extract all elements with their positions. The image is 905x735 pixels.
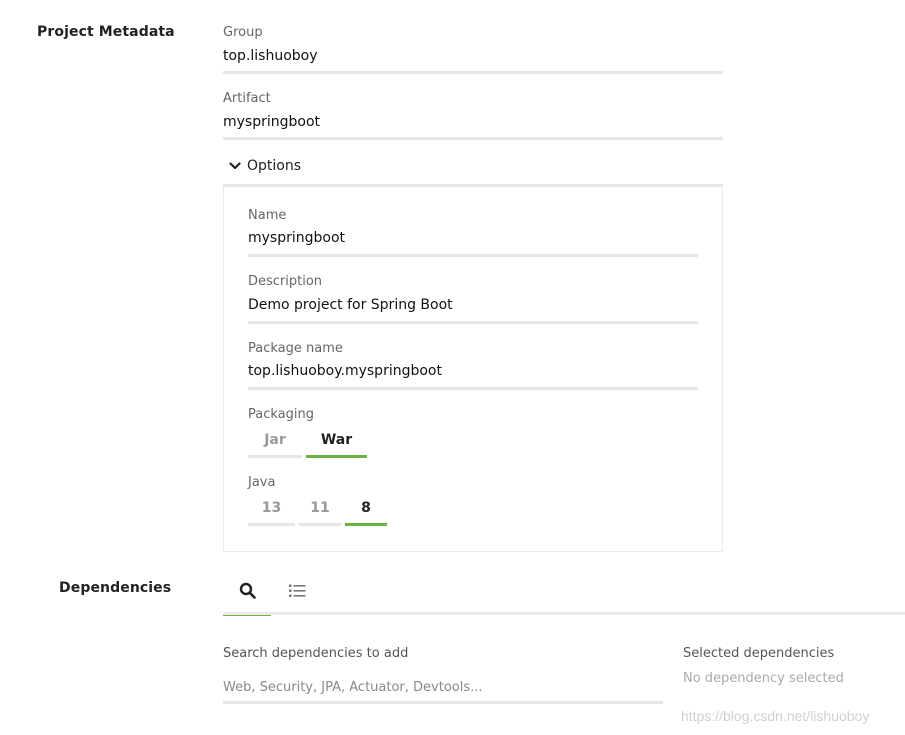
group-value[interactable]: top.lishuoboy — [223, 47, 723, 65]
java-label: Java — [248, 475, 276, 490]
dependencies-title: Dependencies — [59, 580, 172, 596]
description-value[interactable]: Demo project for Spring Boot — [248, 296, 698, 314]
search-dependencies-label: Search dependencies to add — [223, 646, 409, 661]
packaging-label-wrap: Packaging — [248, 407, 698, 423]
tab-list[interactable] — [273, 572, 321, 616]
group-underline — [223, 71, 723, 74]
name-underline — [248, 254, 698, 257]
package-name-value[interactable]: top.lishuoboy.myspringboot — [248, 362, 698, 380]
package-name-label: Package name — [248, 341, 343, 356]
options-toggle[interactable]: Options — [226, 157, 301, 175]
java-radio-group: 13 11 8 — [248, 497, 391, 526]
java-option-13[interactable]: 13 — [248, 497, 295, 526]
artifact-label: Artifact — [223, 91, 271, 106]
watermark: https://blog.csdn.net/lishuoboy — [681, 708, 870, 724]
java-option-8[interactable]: 8 — [345, 497, 387, 526]
search-icon — [239, 582, 256, 603]
name-field[interactable]: Name myspringboot — [248, 208, 698, 258]
options-panel: Name myspringboot Description Demo proje… — [223, 187, 723, 552]
artifact-field[interactable]: Artifact myspringboot — [223, 91, 723, 141]
java-option-11[interactable]: 11 — [299, 497, 341, 526]
chevron-down-icon — [226, 157, 244, 175]
packaging-option-jar[interactable]: Jar — [248, 429, 302, 458]
group-label: Group — [223, 25, 263, 40]
tab-search[interactable] — [223, 572, 271, 616]
artifact-underline — [223, 137, 723, 140]
artifact-value[interactable]: myspringboot — [223, 113, 723, 131]
project-metadata-title: Project Metadata — [37, 24, 175, 40]
packaging-label: Packaging — [248, 407, 314, 422]
description-label: Description — [248, 274, 323, 289]
packaging-option-war[interactable]: War — [306, 429, 367, 458]
name-label: Name — [248, 208, 287, 223]
description-field[interactable]: Description Demo project for Spring Boot — [248, 274, 698, 326]
package-name-underline — [248, 387, 698, 390]
packaging-radio-group: Jar War — [248, 429, 371, 458]
dependencies-tabs — [223, 572, 323, 616]
dependencies-divider — [223, 612, 905, 615]
options-label: Options — [247, 158, 302, 174]
name-value[interactable]: myspringboot — [248, 229, 698, 247]
description-underline — [248, 321, 698, 324]
no-dependency-selected-text: No dependency selected — [683, 671, 844, 686]
list-icon — [288, 583, 306, 602]
java-label-wrap: Java — [248, 475, 698, 491]
selected-dependencies-label: Selected dependencies — [683, 646, 835, 661]
package-name-field[interactable]: Package name top.lishuoboy.myspringboot — [248, 341, 698, 393]
group-field[interactable]: Group top.lishuoboy — [223, 25, 723, 75]
search-dependencies-input[interactable] — [223, 674, 663, 704]
